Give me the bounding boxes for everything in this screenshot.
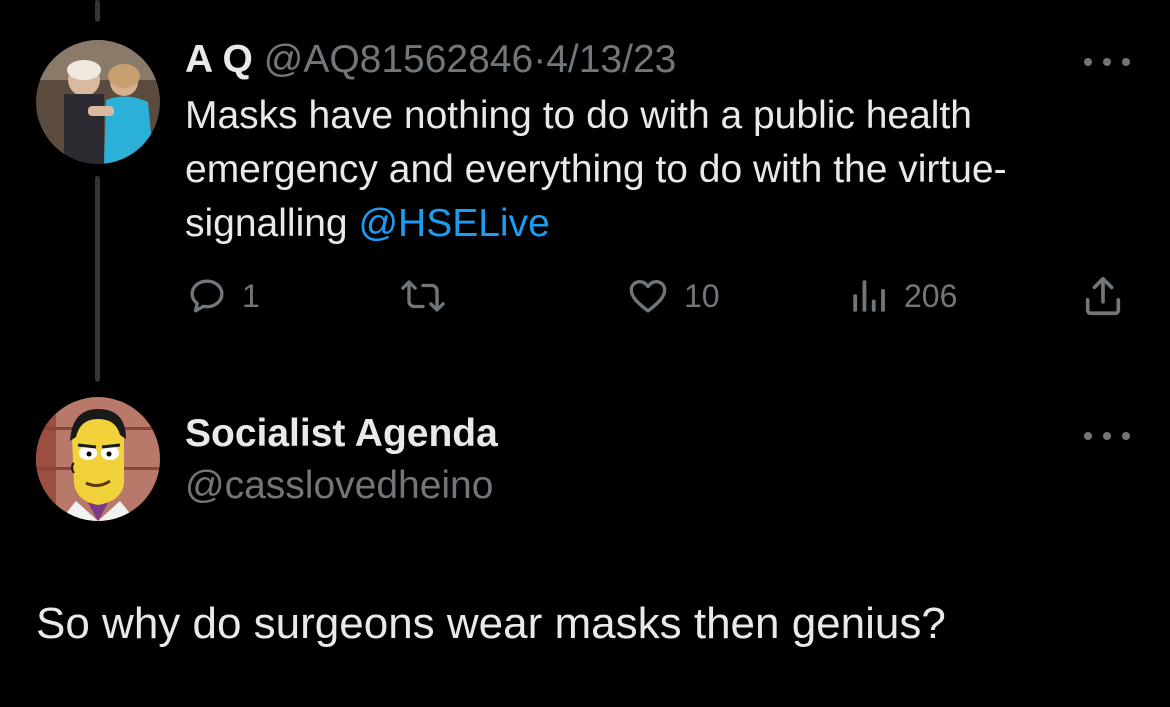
more-dot [1122, 432, 1130, 440]
reply-author-handle[interactable]: @casslovedheino [185, 462, 493, 510]
separator-dot: · [533, 38, 547, 81]
retweet-button[interactable] [400, 272, 446, 320]
thread-line-top [95, 0, 100, 22]
more-horizontal-icon [1084, 58, 1092, 66]
avatar-socialist-agenda-image [36, 397, 160, 521]
avatar-socialist-agenda[interactable] [36, 397, 160, 521]
author-handle[interactable]: @AQ81562846 [264, 38, 533, 81]
more-horizontal-icon [1084, 432, 1092, 440]
more-options-button[interactable] [1084, 52, 1130, 72]
tweet-actions-bar: 1 10 206 [0, 272, 1170, 320]
parent-tweet-text: Masks have nothing to do with a public h… [185, 89, 1125, 251]
share-button[interactable] [1080, 272, 1126, 320]
avatar-aq-image [36, 40, 160, 164]
views-button[interactable]: 206 [848, 272, 957, 320]
tweet-date[interactable]: 4/13/23 [546, 38, 676, 81]
tweet-text: Masks have nothing to do with a public h… [185, 94, 1007, 245]
heart-icon [629, 279, 667, 313]
reply-tweet-text: So why do surgeons wear masks then geniu… [36, 599, 946, 648]
more-dot [1103, 432, 1111, 440]
reply-button[interactable]: 1 [186, 272, 260, 320]
reply-count: 1 [242, 277, 260, 314]
view-count: 206 [904, 277, 958, 314]
like-button[interactable]: 10 [626, 272, 720, 320]
author-name[interactable]: A Q [185, 38, 253, 81]
views-bar-chart-icon [853, 280, 885, 312]
reply-bubble-icon [190, 279, 224, 313]
parent-tweet-header: A Q @AQ81562846·4/13/23 [185, 36, 676, 84]
share-upload-icon [1085, 276, 1121, 316]
reply-more-options-button[interactable] [1084, 426, 1130, 446]
retweet-icon [401, 280, 445, 312]
like-count: 10 [684, 277, 720, 314]
more-dot [1103, 58, 1111, 66]
avatar-aq[interactable] [36, 40, 160, 164]
more-dot [1122, 58, 1130, 66]
reply-author-name[interactable]: Socialist Agenda [185, 410, 498, 458]
mention-link[interactable]: @HSELive [358, 202, 549, 245]
